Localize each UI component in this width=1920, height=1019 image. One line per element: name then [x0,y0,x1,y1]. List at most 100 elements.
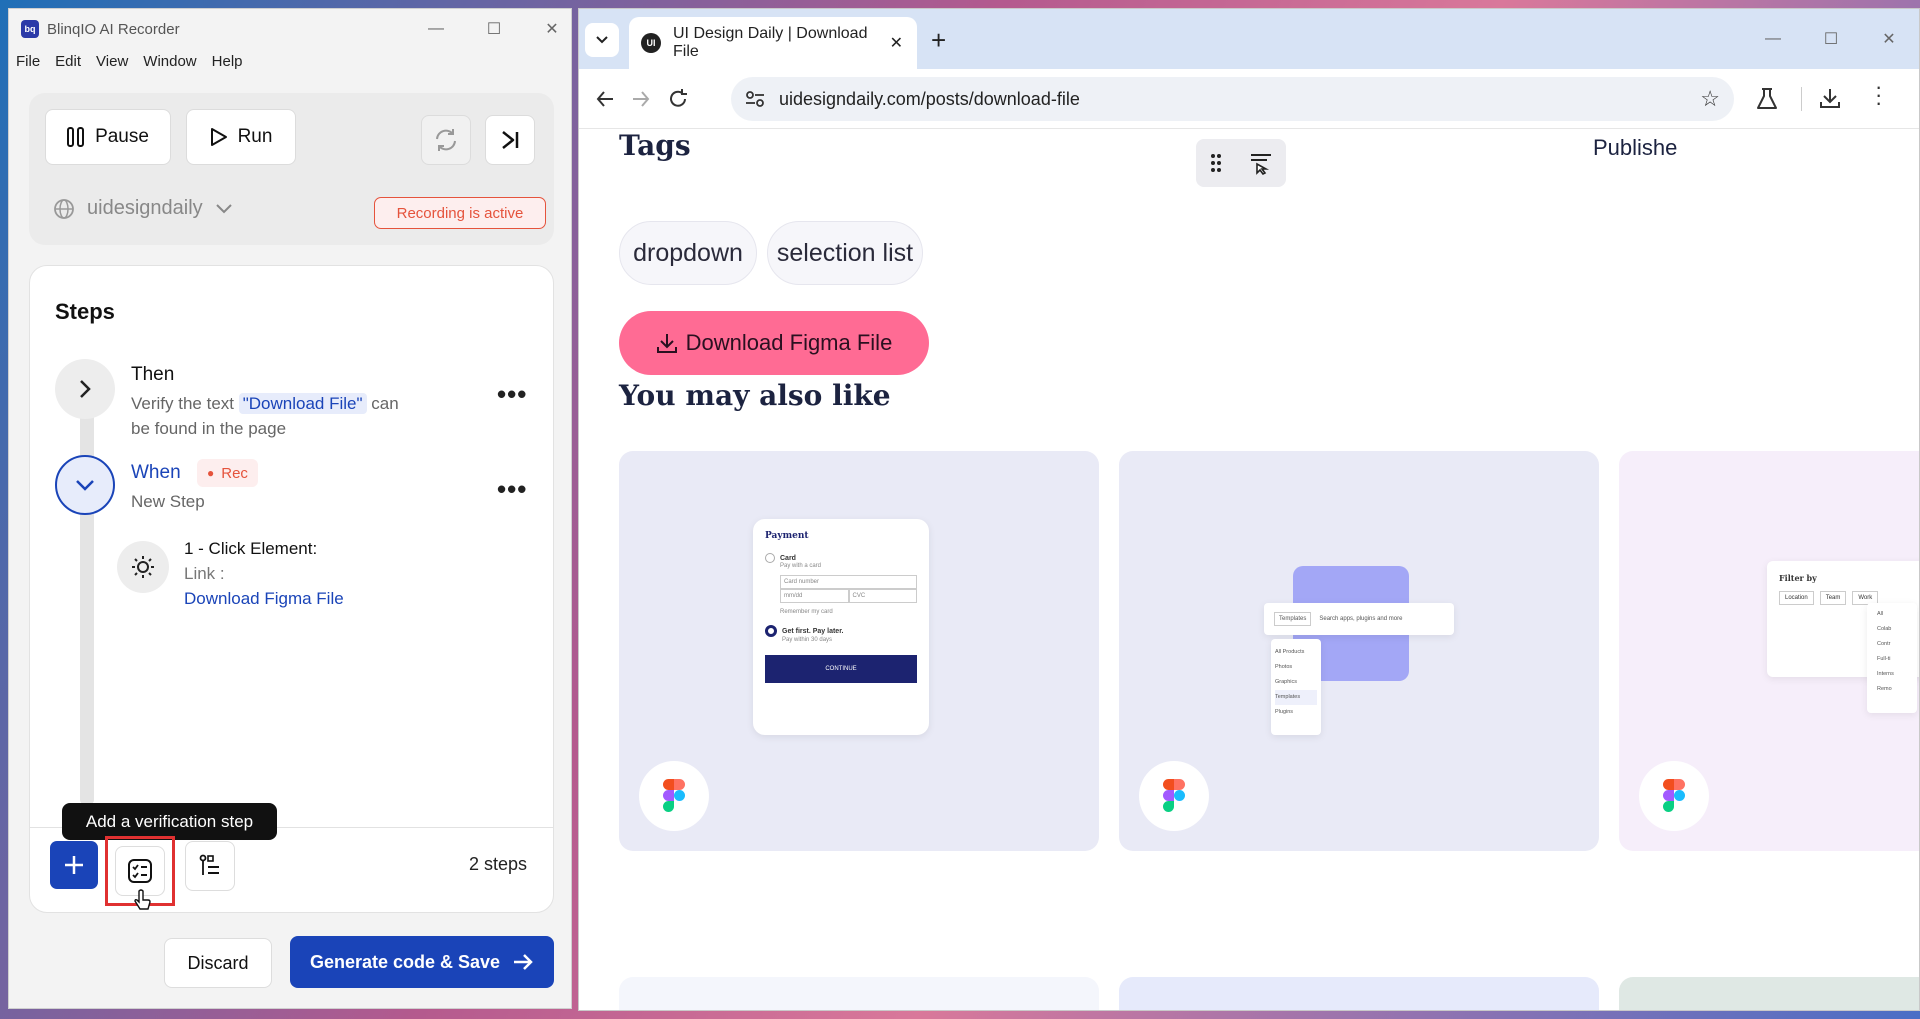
filter-menu-preview: All Colab Contr Full-ti Interns Remo [1867,603,1917,713]
tab-strip: UI UI Design Daily | Download File ✕ + —… [579,9,1919,69]
step1-expand-button[interactable] [55,359,115,419]
payment-heading: Payment [765,531,809,541]
run-button[interactable]: Run [186,109,296,165]
add-step-button[interactable] [50,841,98,889]
address-bar[interactable]: uidesigndaily.com/posts/download-file ☆ [731,77,1734,121]
also-like-heading: You may also like [619,379,891,412]
refresh-button[interactable] [421,115,471,165]
drag-handle-icon[interactable] [1210,153,1222,173]
checklist-icon [128,859,152,883]
chevron-down-icon [215,203,232,213]
tags-heading: Tags [619,129,691,162]
back-icon[interactable] [595,89,615,109]
step-list-button[interactable] [185,841,235,891]
discard-button[interactable]: Discard [164,938,272,988]
plus-icon [65,856,83,874]
filter-item-contr: Contr [1877,641,1891,647]
downloads-icon[interactable] [1819,87,1841,109]
design-card-filter[interactable]: Filter by Location Team Work All Colab C… [1619,451,1919,851]
continue-preview-button: CONTINUE [765,655,917,683]
site-info-icon[interactable] [745,90,765,108]
play-icon [210,128,227,146]
expiry-cvc-row: mm/dd CVC [780,589,917,603]
tab-title: UI Design Daily | Download File [673,25,868,60]
forward-icon[interactable] [631,89,651,109]
tag-selection-list[interactable]: selection list [767,221,923,285]
figma-icon [1163,779,1185,812]
step1-more-icon[interactable]: ••• [497,379,527,410]
inspect-pointer-icon[interactable] [1249,151,1273,175]
menu-edit[interactable]: Edit [55,53,81,70]
recorder-window: bq BlinqIO AI Recorder — ☐ ✕ File Edit V… [8,8,572,1009]
chevron-down-icon [76,480,94,491]
favicon-icon: UI [641,33,661,53]
payment-option-later: Get first. Pay later. [765,625,917,637]
menu-file[interactable]: File [16,53,40,70]
verification-tooltip: Add a verification step [62,803,277,840]
browser-toolbar: uidesigndaily.com/posts/download-file ☆ … [579,69,1919,129]
filter-item-interns: Interns [1877,671,1894,677]
close-icon[interactable]: ✕ [523,9,571,49]
app-logo-icon: bq [21,20,39,38]
cvc-field: CVC [848,589,917,603]
cursor-hand-icon [134,889,151,910]
design-card-payment[interactable]: Payment Card Pay with a card Card number… [619,451,1099,851]
filter-item-remo: Remo [1877,686,1892,692]
dropdown-menu-preview: All Products Photos Graphics Templates P… [1271,639,1321,735]
step2-collapse-button[interactable] [55,455,115,515]
step1-description: Verify the text "Download File" can be f… [131,391,451,441]
filter-item-fullti: Full-ti [1877,656,1891,662]
pause-label: Pause [95,126,149,147]
design-card-dropdown[interactable]: Templates Search apps, plugins and more … [1119,451,1599,851]
design-card-row2-1[interactable] [619,977,1099,1010]
design-card-row2-2[interactable] [1119,977,1599,1010]
new-tab-icon[interactable]: + [931,25,946,56]
menu-kebab-icon[interactable]: · · · [1875,76,1882,114]
maximize-icon[interactable]: ☐ [465,9,523,49]
globe-icon [54,198,74,219]
tab-search-button[interactable] [585,23,619,57]
substep-link[interactable]: Download Figma File [184,589,344,609]
tag-dropdown[interactable]: dropdown [619,221,757,285]
chip-team: Team [1819,591,1847,605]
minimize-icon[interactable]: — [407,9,465,49]
maximize-icon[interactable]: ☐ [1802,9,1860,69]
opt2-label: Get first. Pay later. [782,627,844,635]
tab-close-icon[interactable]: ✕ [890,33,903,53]
steps-heading: Steps [55,299,115,324]
rec-badge: ● Rec [197,459,258,487]
design-card-row2-3[interactable] [1619,977,1919,1010]
toolbar-divider [1801,87,1802,111]
step1-text-line2: be found in the page [131,419,287,438]
pause-button[interactable]: Pause [45,109,171,165]
step2-more-icon[interactable]: ••• [497,474,527,505]
minimize-icon[interactable]: — [1744,9,1802,69]
run-label: Run [237,126,273,147]
project-selector[interactable]: uidesigndaily [53,197,233,220]
search-preview-text: Search apps, plugins and more [1319,616,1403,622]
rec-dot-icon: ● [207,466,215,480]
menu-item-plugins: Plugins [1275,709,1294,715]
step2-keyword: When [131,462,181,483]
list-tree-icon [199,854,219,875]
figma-badge [1139,761,1209,831]
bookmark-star-icon[interactable]: ☆ [1700,86,1720,112]
sync-icon [436,129,456,151]
tab-ui-design-daily[interactable]: UI UI Design Daily | Download File ✕ [629,17,917,69]
published-label: Publishe [1593,135,1678,160]
labs-flask-icon[interactable] [1756,87,1778,111]
opt2-sub: Pay within 30 days [782,637,833,643]
rec-badge-label: Rec [221,464,248,482]
download-figma-button[interactable]: Download Figma File [619,311,929,375]
arrow-right-icon [514,954,533,970]
menu-view[interactable]: View [96,53,128,70]
skip-to-end-button[interactable] [485,115,535,165]
reload-icon[interactable] [667,88,689,110]
close-icon[interactable]: ✕ [1860,9,1918,69]
generate-save-button[interactable]: Generate code & Save [290,936,554,988]
menu-window[interactable]: Window [143,53,196,70]
filter-item-all: All [1877,611,1884,617]
menu-item-photos: Photos [1275,664,1293,670]
menu-help[interactable]: Help [212,53,243,70]
menu-item-graphics: Graphics [1275,679,1298,685]
